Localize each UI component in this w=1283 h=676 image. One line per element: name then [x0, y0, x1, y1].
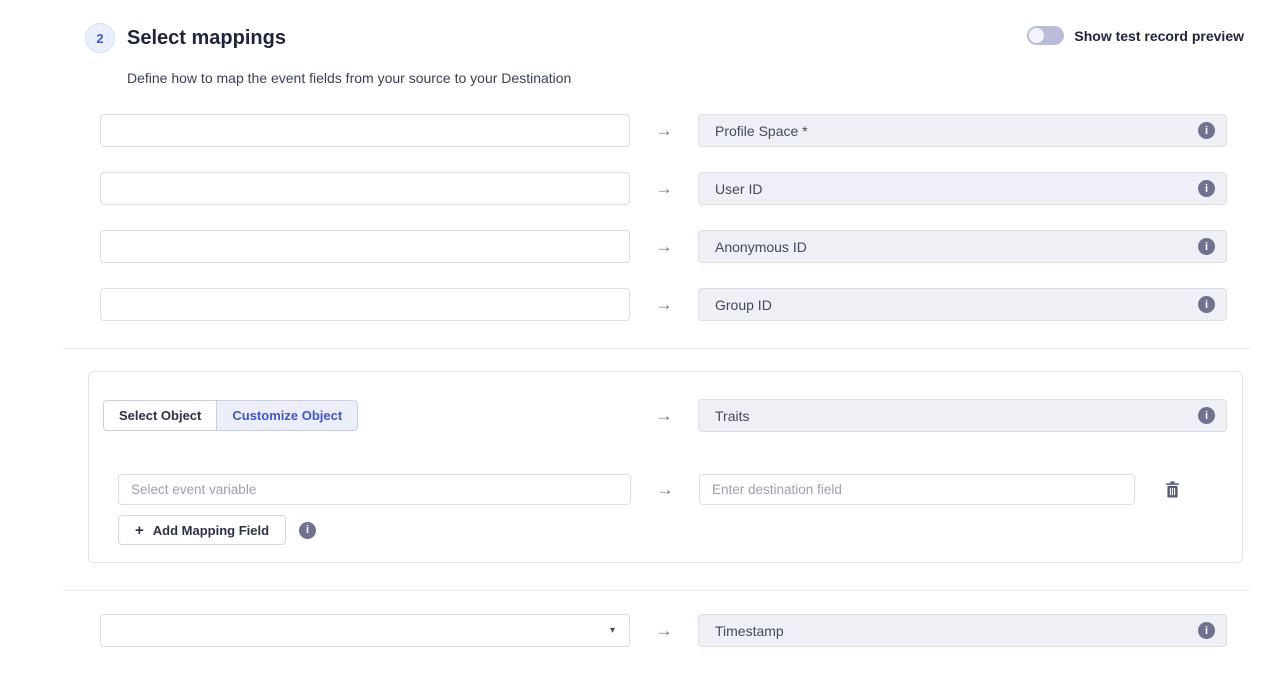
- timestamp-source-select[interactable]: ▾: [100, 614, 630, 647]
- destination-field: Profile Space * i: [698, 114, 1227, 147]
- info-icon[interactable]: i: [1198, 180, 1215, 197]
- page-title: Select mappings: [127, 27, 286, 50]
- toggle-label: Show test record preview: [1074, 28, 1244, 44]
- mapping-row-profile-space: → Profile Space * i: [100, 114, 1227, 147]
- info-icon[interactable]: i: [1198, 238, 1215, 255]
- event-variable-input[interactable]: [118, 474, 631, 505]
- traits-row: Select Object Customize Object → Traits …: [103, 399, 1227, 432]
- info-icon[interactable]: i: [1198, 296, 1215, 313]
- destination-field-input[interactable]: [699, 474, 1135, 505]
- mapping-row-anonymous-id: → Anonymous ID i: [100, 230, 1227, 263]
- source-input[interactable]: [100, 288, 630, 321]
- destination-field-label: Timestamp: [715, 623, 784, 639]
- arrow-right-icon: →: [631, 481, 699, 498]
- arrow-right-icon: →: [630, 296, 698, 313]
- destination-field: Traits i: [698, 399, 1227, 432]
- info-icon[interactable]: i: [1198, 122, 1215, 139]
- info-icon[interactable]: i: [1198, 622, 1215, 639]
- select-mappings-page: 2 Select mappings Show test record previ…: [0, 0, 1283, 676]
- info-icon[interactable]: i: [299, 522, 316, 539]
- toggle-knob: [1029, 28, 1044, 43]
- step-number: 2: [96, 31, 103, 46]
- info-icon[interactable]: i: [1198, 407, 1215, 424]
- mapping-row-timestamp: ▾ → Timestamp i: [100, 614, 1227, 647]
- destination-field: User ID i: [698, 172, 1227, 205]
- destination-field: Timestamp i: [698, 614, 1227, 647]
- arrow-right-icon: →: [630, 122, 698, 139]
- source-input[interactable]: [100, 172, 630, 205]
- destination-field: Anonymous ID i: [698, 230, 1227, 263]
- trash-icon: [1165, 481, 1180, 498]
- destination-field-label: Group ID: [715, 297, 772, 313]
- object-mode-tabs: Select Object Customize Object: [103, 400, 358, 431]
- toggle-switch[interactable]: [1027, 26, 1064, 45]
- simple-mapping-rows: → Profile Space * i → User ID i → Anonym…: [100, 114, 1227, 346]
- arrow-right-icon: →: [630, 622, 698, 639]
- destination-field-label: User ID: [715, 181, 762, 197]
- destination-field-label: Profile Space *: [715, 123, 808, 139]
- divider: [63, 590, 1250, 591]
- mapping-row-group-id: → Group ID i: [100, 288, 1227, 321]
- tab-select-object[interactable]: Select Object: [104, 401, 216, 430]
- add-mapping-row: + Add Mapping Field i: [118, 515, 316, 545]
- custom-mapping-row: →: [118, 474, 1180, 505]
- source-input[interactable]: [100, 114, 630, 147]
- object-tabs-cell: Select Object Customize Object: [103, 400, 630, 431]
- traits-mapping-card: Select Object Customize Object → Traits …: [88, 371, 1243, 563]
- divider: [63, 348, 1250, 349]
- arrow-right-icon: →: [630, 407, 698, 424]
- destination-field-label: Traits: [715, 408, 749, 424]
- page-subtitle: Define how to map the event fields from …: [127, 70, 571, 86]
- step-number-badge: 2: [85, 23, 115, 53]
- source-input[interactable]: [100, 230, 630, 263]
- destination-field: Group ID i: [698, 288, 1227, 321]
- delete-mapping-button[interactable]: [1165, 481, 1180, 498]
- add-mapping-field-button[interactable]: + Add Mapping Field: [118, 515, 286, 545]
- arrow-right-icon: →: [630, 238, 698, 255]
- add-mapping-field-label: Add Mapping Field: [153, 523, 269, 538]
- chevron-down-icon: ▾: [610, 626, 615, 636]
- plus-icon: +: [135, 523, 144, 538]
- arrow-right-icon: →: [630, 180, 698, 197]
- test-record-preview-toggle[interactable]: Show test record preview: [1027, 26, 1244, 45]
- mapping-row-user-id: → User ID i: [100, 172, 1227, 205]
- destination-field-label: Anonymous ID: [715, 239, 807, 255]
- tab-customize-object[interactable]: Customize Object: [216, 401, 357, 430]
